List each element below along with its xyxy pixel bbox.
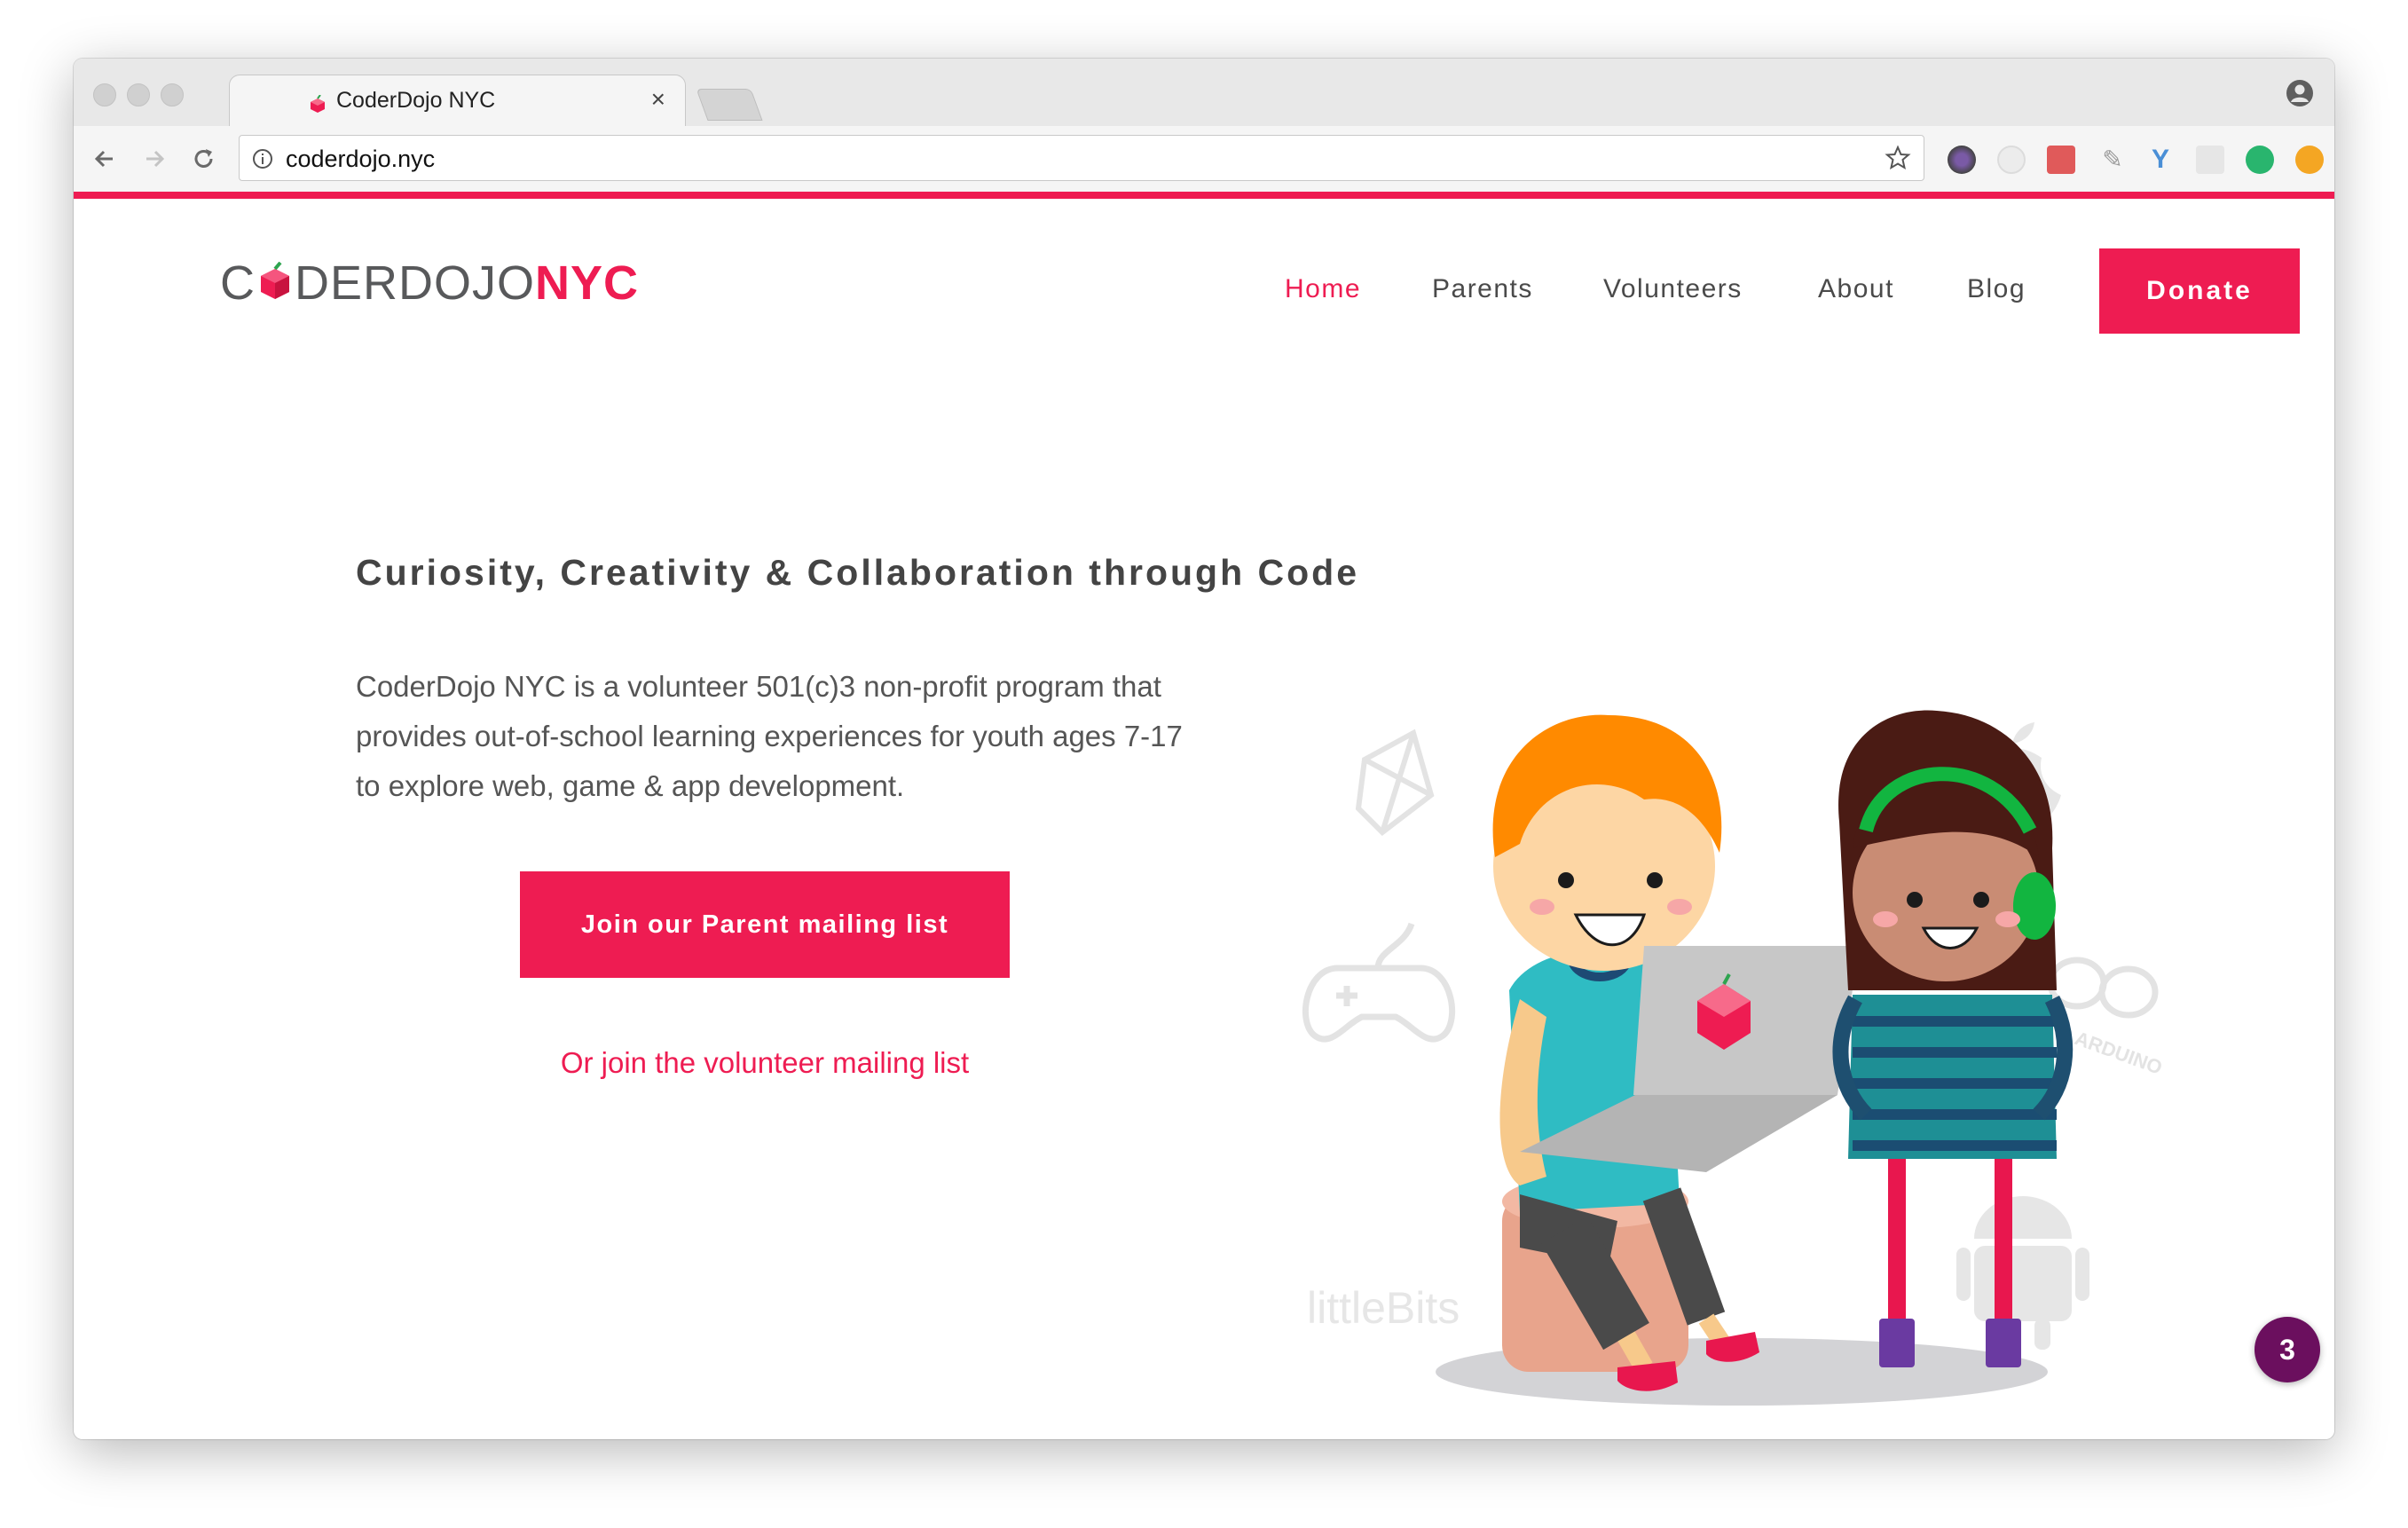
gamepad-icon (1302, 922, 1456, 1043)
logo-gem-icon (261, 262, 289, 299)
nav-volunteers[interactable]: Volunteers (1603, 274, 1743, 304)
reload-icon[interactable] (189, 144, 219, 174)
parent-mailing-list-button[interactable]: Join our Parent mailing list (520, 871, 1010, 978)
volunteer-mailing-list-link[interactable]: Or join the volunteer mailing list (520, 1046, 1010, 1080)
zoom-window-button[interactable] (161, 83, 184, 106)
extension-cursor-icon[interactable]: ✎ (2098, 146, 2127, 174)
logo-c: C (220, 256, 256, 310)
extension-y-icon[interactable]: Y (2146, 146, 2175, 174)
extension-dots-icon[interactable] (2047, 146, 2075, 174)
info-icon[interactable] (252, 148, 273, 169)
browser-toolbar: coderdojo.nyc ✎ Y (74, 126, 2334, 193)
donate-button[interactable]: Donate (2099, 248, 2300, 334)
tab-title: CoderDojo NYC (336, 88, 496, 113)
close-window-button[interactable] (93, 83, 116, 106)
browser-window: CoderDojo NYC × coderdojo.nyc ✎ Y C DERD… (74, 59, 2334, 1439)
nav-home[interactable]: Home (1285, 274, 1361, 304)
extension-alert-icon[interactable] (2295, 146, 2324, 174)
accent-bar (74, 192, 2334, 199)
nav-parents[interactable]: Parents (1432, 274, 1533, 304)
extension-grammarly-icon[interactable] (2246, 146, 2274, 174)
tab-close-icon[interactable]: × (651, 85, 665, 114)
nav-blog[interactable]: Blog (1967, 274, 2026, 304)
logo-nyc: NYC (535, 256, 640, 310)
hero-description: CoderDojo NYC is a volunteer 501(c)3 non… (356, 670, 1183, 802)
star-icon[interactable] (1885, 145, 1911, 171)
new-tab-button[interactable] (696, 89, 763, 121)
kids-coding-illustration: ARDUINO littleBits (1302, 710, 2165, 1406)
extension-chrome-icon[interactable] (1948, 146, 1976, 174)
svg-text:ARDUINO: ARDUINO (2072, 1027, 2165, 1079)
tab-coderdojo[interactable]: CoderDojo NYC × (229, 75, 686, 128)
tab-strip: CoderDojo NYC × (74, 59, 2334, 128)
nav-about[interactable]: About (1818, 274, 1894, 304)
profile-icon[interactable] (2285, 78, 2315, 108)
extension-grid-icon[interactable] (2196, 146, 2224, 174)
favicon-gem-icon (311, 95, 325, 113)
littlebits-logo: littleBits (1307, 1283, 1460, 1333)
ruby-gem-icon (1355, 729, 1435, 836)
notification-badge[interactable]: 3 (2255, 1317, 2320, 1382)
address-bar[interactable]: coderdojo.nyc (239, 135, 1924, 181)
url-text[interactable]: coderdojo.nyc (286, 146, 435, 173)
android-icon (1956, 1196, 2089, 1350)
forward-arrow-icon[interactable] (139, 144, 169, 174)
coderdojo-logo[interactable]: C DERDOJONYC (220, 256, 640, 310)
back-arrow-icon[interactable] (90, 144, 120, 174)
extension-circle-icon[interactable] (1997, 146, 2026, 174)
minimize-window-button[interactable] (127, 83, 150, 106)
hero-headline: Curiosity, Creativity & Collaboration th… (356, 552, 1360, 593)
logo-derdojo: DERDOJO (295, 256, 536, 310)
